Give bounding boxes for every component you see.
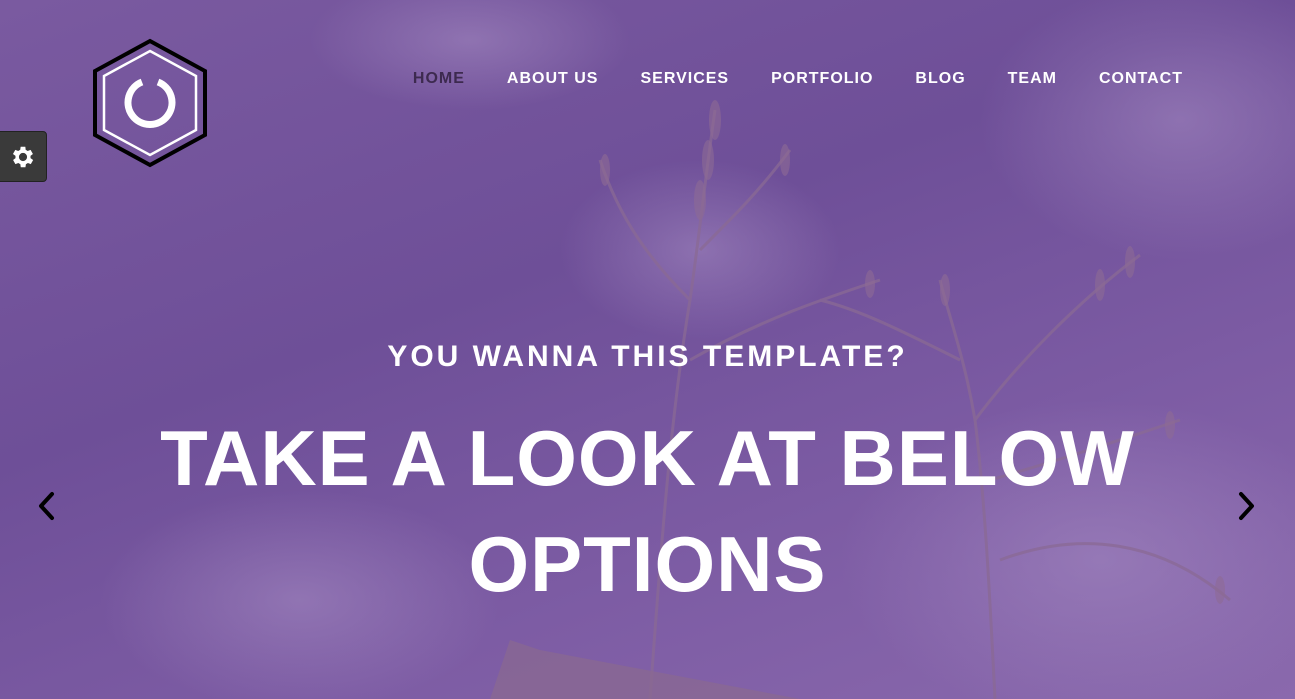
slider-prev-button[interactable]	[26, 486, 66, 526]
site-logo[interactable]	[90, 38, 210, 168]
nav-item-blog[interactable]: BLOG	[915, 70, 965, 88]
gear-icon	[12, 146, 33, 167]
main-nav: HOME ABOUT US SERVICES PORTFOLIO BLOG TE…	[413, 70, 1183, 88]
nav-item-home[interactable]: HOME	[413, 70, 465, 88]
nav-item-about-us[interactable]: ABOUT US	[507, 70, 599, 88]
chevron-right-icon	[1239, 492, 1254, 520]
nav-item-contact[interactable]: CONTACT	[1099, 70, 1183, 88]
settings-toggle-button[interactable]	[0, 131, 47, 182]
hero-title: TAKE A LOOK AT BELOW OPTIONS	[0, 405, 1295, 617]
nav-item-team[interactable]: TEAM	[1008, 70, 1057, 88]
nav-item-portfolio[interactable]: PORTFOLIO	[771, 70, 873, 88]
hero-title-line-2: OPTIONS	[468, 520, 827, 608]
hero-title-line-1: TAKE A LOOK AT BELOW	[160, 414, 1135, 502]
nav-item-services[interactable]: SERVICES	[640, 70, 729, 88]
chevron-left-icon	[39, 492, 54, 520]
hero-subtitle: YOU WANNA THIS TEMPLATE?	[387, 340, 908, 373]
slider-next-button[interactable]	[1227, 486, 1267, 526]
hero-section: HOME ABOUT US SERVICES PORTFOLIO BLOG TE…	[0, 0, 1295, 699]
hexagon-power-logo-icon	[93, 38, 207, 168]
